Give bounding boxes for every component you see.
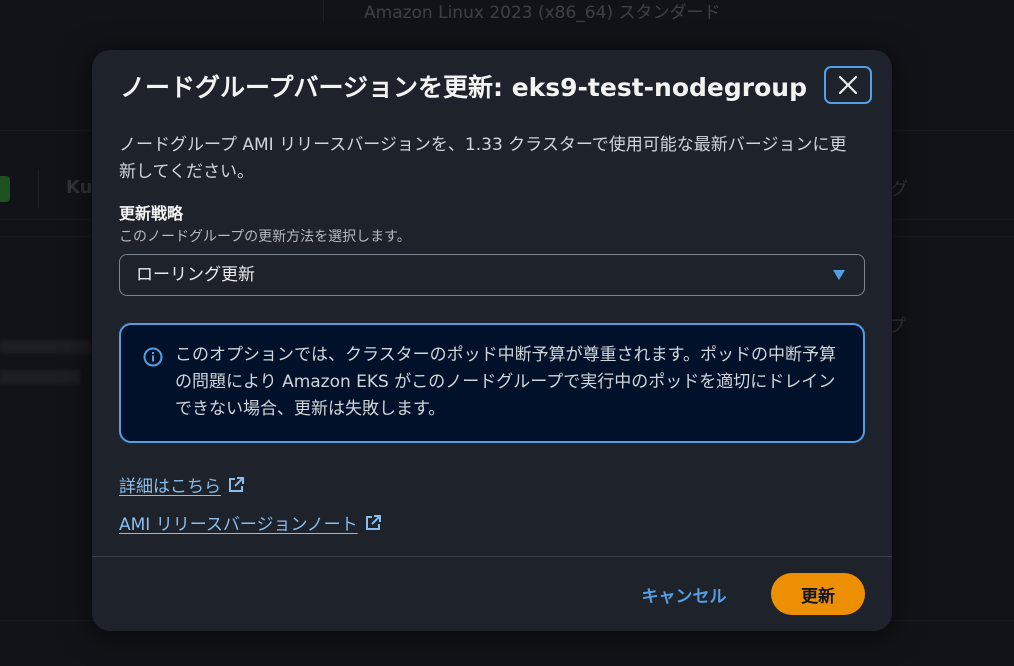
caret-down-icon: [833, 270, 845, 280]
close-button[interactable]: [824, 66, 872, 104]
external-link-icon: [229, 476, 244, 492]
close-icon: [838, 75, 858, 95]
info-icon: [143, 347, 163, 367]
dialog-description: ノードグループ AMI リリースバージョンを、1.33 クラスターで使用可能な最…: [119, 135, 847, 182]
dialog-header: ノードグループバージョンを更新: eks9-test-nodegroup: [120, 70, 872, 110]
info-alert: このオプションでは、クラスターのポッド中断予算が尊重されます。ポッドの中断予算の…: [119, 323, 865, 443]
footer-divider: [92, 556, 892, 557]
release-notes-label: AMI リリースバージョンノート: [119, 515, 358, 535]
dialog-title: ノードグループバージョンを更新: eks9-test-nodegroup: [120, 73, 807, 102]
external-link-icon: [365, 514, 381, 530]
strategy-label: 更新戦略: [119, 204, 184, 223]
release-notes-link[interactable]: AMI リリースバージョンノート: [119, 510, 382, 535]
update-button[interactable]: 更新: [771, 573, 865, 615]
learn-more-link[interactable]: 詳細はこちら: [119, 472, 245, 497]
strategy-description: このノードグループの更新方法を選択します。: [119, 229, 411, 245]
alert-text: このオプションでは、クラスターのポッド中断予算が尊重されます。ポッドの中断予算の…: [175, 345, 836, 419]
learn-more-label: 詳細はこちら: [119, 477, 221, 497]
update-nodegroup-dialog: ノードグループバージョンを更新: eks9-test-nodegroup ノード…: [92, 50, 892, 631]
update-strategy-value: ローリング更新: [136, 265, 255, 285]
update-strategy-select[interactable]: ローリング更新: [119, 254, 865, 296]
cancel-button[interactable]: キャンセル: [626, 572, 742, 616]
